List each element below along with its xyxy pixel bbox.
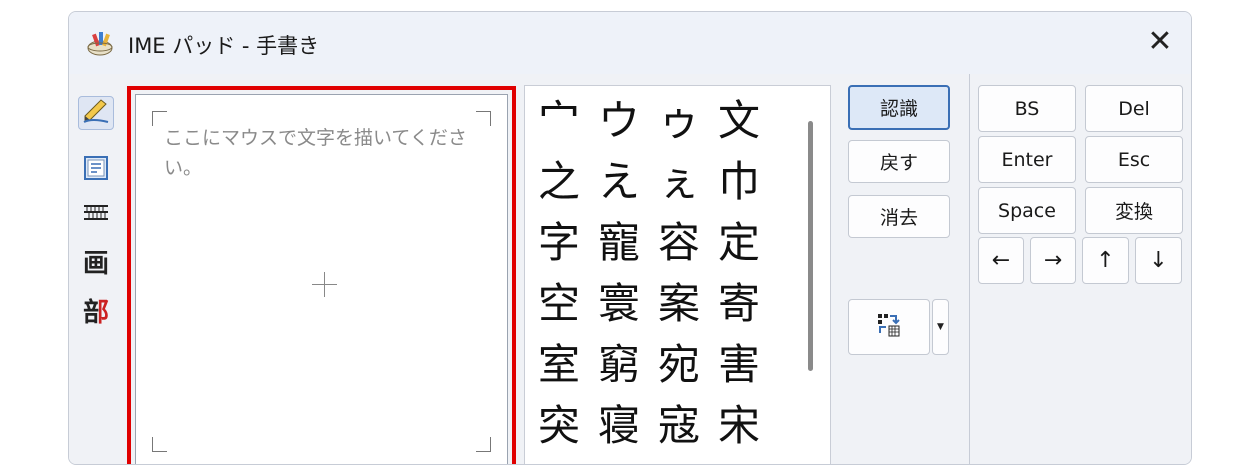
pad-corner-mark: [476, 437, 491, 452]
character-list-icon: [83, 155, 109, 185]
radical-tool-button[interactable]: 部: [78, 293, 114, 328]
candidate-char[interactable]: 寇: [649, 395, 709, 456]
ime-pad-app-icon: [85, 28, 115, 58]
candidate-grid: 宀 ウ ゥ 文 之 え ぇ 巾 字 寵 容 定 空 寰 案 寄 室 窮 宛 害: [529, 90, 769, 456]
candidate-char[interactable]: 寰: [589, 273, 649, 334]
candidate-char[interactable]: 文: [709, 90, 769, 151]
enter-key[interactable]: Enter: [978, 136, 1076, 183]
candidate-char[interactable]: 空: [529, 273, 589, 334]
backspace-key[interactable]: BS: [978, 85, 1076, 132]
candidate-char[interactable]: 害: [709, 334, 769, 395]
candidate-char[interactable]: ぇ: [649, 151, 709, 212]
close-button[interactable]: ✕: [1143, 26, 1177, 60]
ime-pad-window: IME パッド - 手書き ✕ 画 部 ここにマウスで文字を描いてください。 宀…: [68, 11, 1192, 465]
stroke-count-tool-button[interactable]: 画: [78, 244, 114, 279]
recognition-options-button[interactable]: [848, 299, 930, 355]
down-arrow-key[interactable]: ↓: [1135, 237, 1182, 284]
pad-placeholder-text: ここにマウスで文字を描いてください。: [164, 127, 467, 179]
recognize-button[interactable]: 認識: [848, 85, 950, 130]
candidate-char[interactable]: 定: [709, 212, 769, 273]
keyboard-icon: [82, 202, 110, 228]
title-bar: IME パッド - 手書き ✕: [69, 12, 1191, 74]
recognition-options-dropdown[interactable]: ▼: [932, 299, 949, 355]
candidate-char[interactable]: 之: [529, 151, 589, 212]
radical-label: 部: [82, 297, 109, 328]
window-title: IME パッド - 手書き: [128, 34, 320, 58]
handwriting-area[interactable]: ここにマウスで文字を描いてください。: [135, 94, 508, 464]
space-key[interactable]: Space: [978, 187, 1076, 234]
escape-key[interactable]: Esc: [1085, 136, 1183, 183]
candidate-char[interactable]: 宋: [709, 395, 769, 456]
chevron-down-icon: ▼: [937, 322, 944, 332]
stroke-count-label: 画: [82, 248, 109, 279]
undo-button[interactable]: 戻す: [848, 140, 950, 183]
soft-keyboard-tool-button[interactable]: [78, 198, 114, 232]
character-list-tool-button[interactable]: [78, 153, 114, 187]
panel-divider: [969, 74, 970, 464]
right-arrow-key[interactable]: →: [1030, 237, 1076, 284]
left-arrow-key[interactable]: ←: [978, 237, 1024, 284]
candidate-list: 宀 ウ ゥ 文 之 え ぇ 巾 字 寵 容 定 空 寰 案 寄 室 窮 宛 害: [524, 85, 831, 464]
candidate-char[interactable]: 巾: [709, 151, 769, 212]
convert-key[interactable]: 変換: [1085, 187, 1183, 234]
candidate-char[interactable]: 字: [529, 212, 589, 273]
crosshair-icon: [312, 272, 337, 297]
candidate-char[interactable]: え: [589, 151, 649, 212]
delete-key[interactable]: Del: [1085, 85, 1183, 132]
pencil-icon: [82, 98, 110, 128]
candidate-char[interactable]: 宀: [529, 90, 589, 151]
pad-corner-mark: [152, 437, 167, 452]
pad-body: 画 部 ここにマウスで文字を描いてください。 宀 ウ ゥ 文 之 え ぇ 巾 字…: [69, 74, 1191, 464]
candidate-char[interactable]: 窮: [589, 334, 649, 395]
candidate-char[interactable]: 容: [649, 212, 709, 273]
candidate-char[interactable]: 寵: [589, 212, 649, 273]
candidate-char[interactable]: 室: [529, 334, 589, 395]
candidate-char[interactable]: 宛: [649, 334, 709, 395]
candidate-char[interactable]: ゥ: [649, 90, 709, 151]
candidate-char[interactable]: 寄: [709, 273, 769, 334]
candidate-scrollbar[interactable]: [808, 121, 813, 371]
candidate-char[interactable]: 案: [649, 273, 709, 334]
candidate-char[interactable]: 寝: [589, 395, 649, 456]
handwriting-tool-button[interactable]: [78, 96, 114, 130]
clear-button[interactable]: 消去: [848, 195, 950, 238]
candidate-char[interactable]: ウ: [589, 90, 649, 151]
recognize-options-icon: [875, 311, 903, 344]
candidate-char[interactable]: 突: [529, 395, 589, 456]
up-arrow-key[interactable]: ↑: [1082, 237, 1129, 284]
